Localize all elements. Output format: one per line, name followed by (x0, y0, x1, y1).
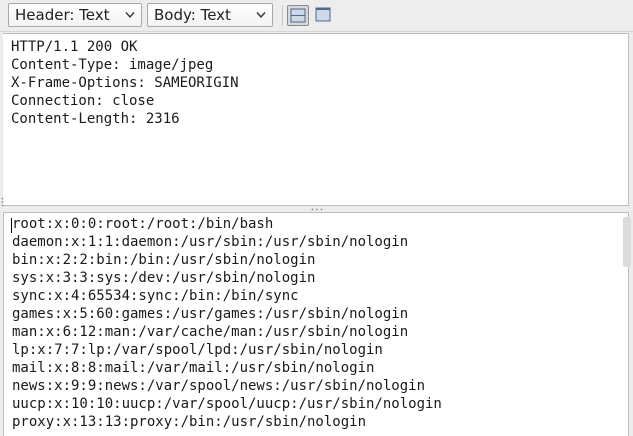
body-line: sys:x:3:3:sys:/dev:/usr/sbin/nologin (12, 270, 316, 286)
viewer-toolbar: Header: Text Body: Text (0, 0, 633, 32)
single-view-icon (315, 7, 331, 22)
body-line: uucp:x:10:10:uucp:/var/spool/uucp:/usr/s… (12, 396, 442, 412)
splitter-grip-icon[interactable] (311, 208, 323, 211)
body-scrollbar[interactable] (623, 217, 631, 267)
header-format-select[interactable]: Header: Text (8, 3, 142, 27)
response-body-pane[interactable]: root:x:0:0:root:/root:/bin/bash daemon:x… (3, 212, 629, 436)
body-line: daemon:x:1:1:daemon:/usr/sbin:/usr/sbin/… (12, 234, 409, 250)
header-line: Content-Type: image/jpeg (11, 57, 214, 73)
text-caret (11, 218, 12, 233)
body-format-select[interactable]: Body: Text (147, 3, 273, 27)
split-view-button[interactable] (287, 5, 309, 26)
header-line: Content-Length: 2316 (11, 111, 180, 127)
single-view-button[interactable] (313, 5, 335, 26)
body-line: root:x:0:0:root:/root:/bin/bash (12, 216, 274, 232)
body-line: sync:x:4:65534:sync:/bin:/bin/sync (12, 288, 299, 304)
body-format-value: Body: Text (154, 6, 231, 24)
toolbar-separator (282, 5, 283, 26)
body-line: bin:x:2:2:bin:/bin:/usr/sbin/nologin (12, 252, 316, 268)
split-view-icon (290, 8, 306, 23)
chevron-down-icon (125, 12, 135, 19)
body-line: mail:x:8:8:mail:/var/mail:/usr/sbin/nolo… (12, 360, 375, 376)
header-line: Connection: close (11, 93, 155, 109)
body-line: proxy:x:13:13:proxy:/bin:/usr/sbin/nolog… (12, 414, 367, 430)
body-line: games:x:5:60:games:/usr/games:/usr/sbin/… (12, 306, 409, 322)
header-line: X-Frame-Options: SAMEORIGIN (11, 75, 239, 91)
body-line: lp:x:7:7:lp:/var/spool/lpd:/usr/sbin/nol… (12, 342, 383, 358)
header-format-value: Header: Text (15, 6, 110, 24)
body-line: man:x:6:12:man:/var/cache/man:/usr/sbin/… (12, 324, 409, 340)
body-line: news:x:9:9:news:/var/spool/news:/usr/sbi… (12, 378, 426, 394)
response-headers-pane[interactable]: HTTP/1.1 200 OK Content-Type: image/jpeg… (3, 33, 629, 206)
chevron-down-icon (256, 12, 266, 19)
header-line: HTTP/1.1 200 OK (11, 39, 138, 55)
